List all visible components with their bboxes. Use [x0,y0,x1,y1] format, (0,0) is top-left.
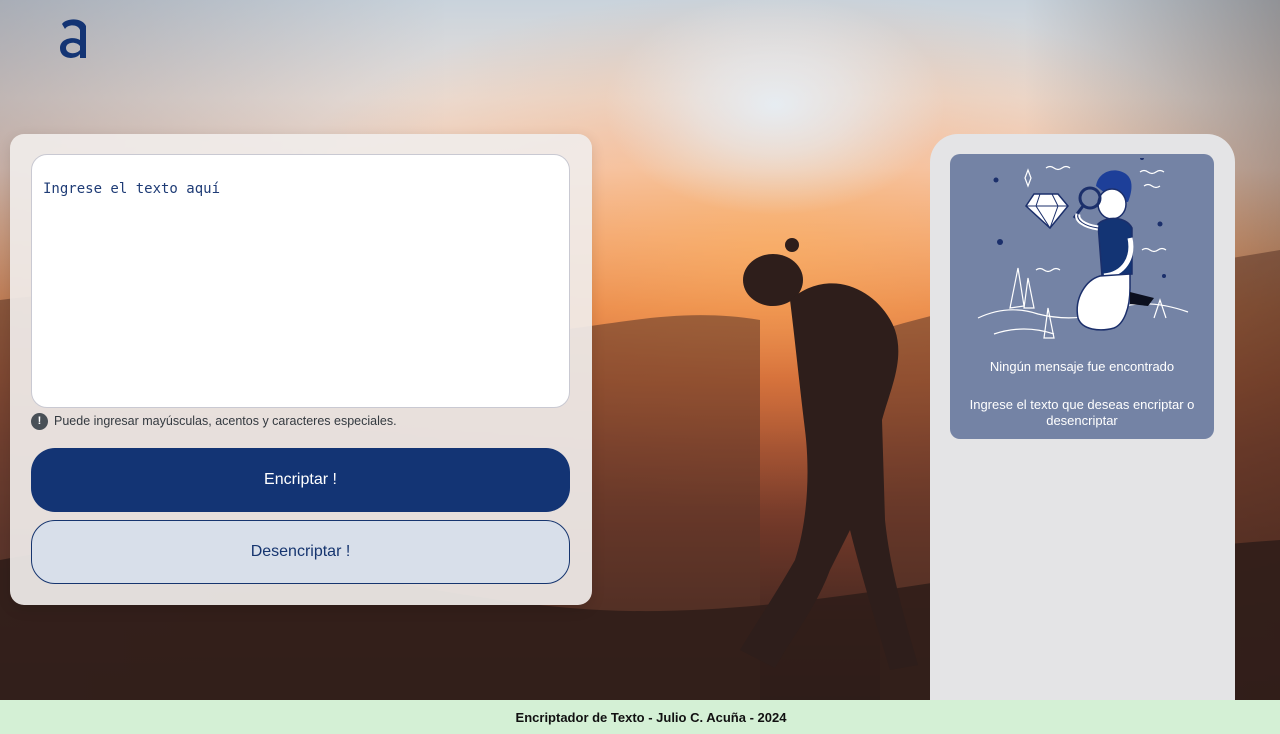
empty-message-card: Ningún mensaje fue encontrado Ingrese el… [950,154,1214,439]
encrypt-button[interactable]: Encriptar ! [31,448,570,512]
input-card: ! Puede ingresar mayúsculas, acentos y c… [10,134,592,605]
input-hint: ! Puede ingresar mayúsculas, acentos y c… [31,412,397,430]
decrypt-button[interactable]: Desencriptar ! [31,520,570,584]
footer-text: Encriptador de Texto - Julio C. Acuña - … [515,709,787,725]
footer: Encriptador de Texto - Julio C. Acuña - … [0,700,1280,734]
output-panel: Ningún mensaje fue encontrado Ingrese el… [930,134,1235,700]
person-with-magnifier-diamond-illustration [977,158,1189,339]
empty-message-title: Ningún mensaje fue encontrado [989,359,1175,374]
empty-message-subtitle: Ingrese el texto que deseas encriptar o … [969,397,1195,428]
logo-icon[interactable] [56,14,92,62]
exclamation-circle-icon: ! [31,412,48,430]
input-hint-text: Puede ingresar mayúsculas, acentos y car… [54,414,397,428]
text-input[interactable] [31,154,570,408]
